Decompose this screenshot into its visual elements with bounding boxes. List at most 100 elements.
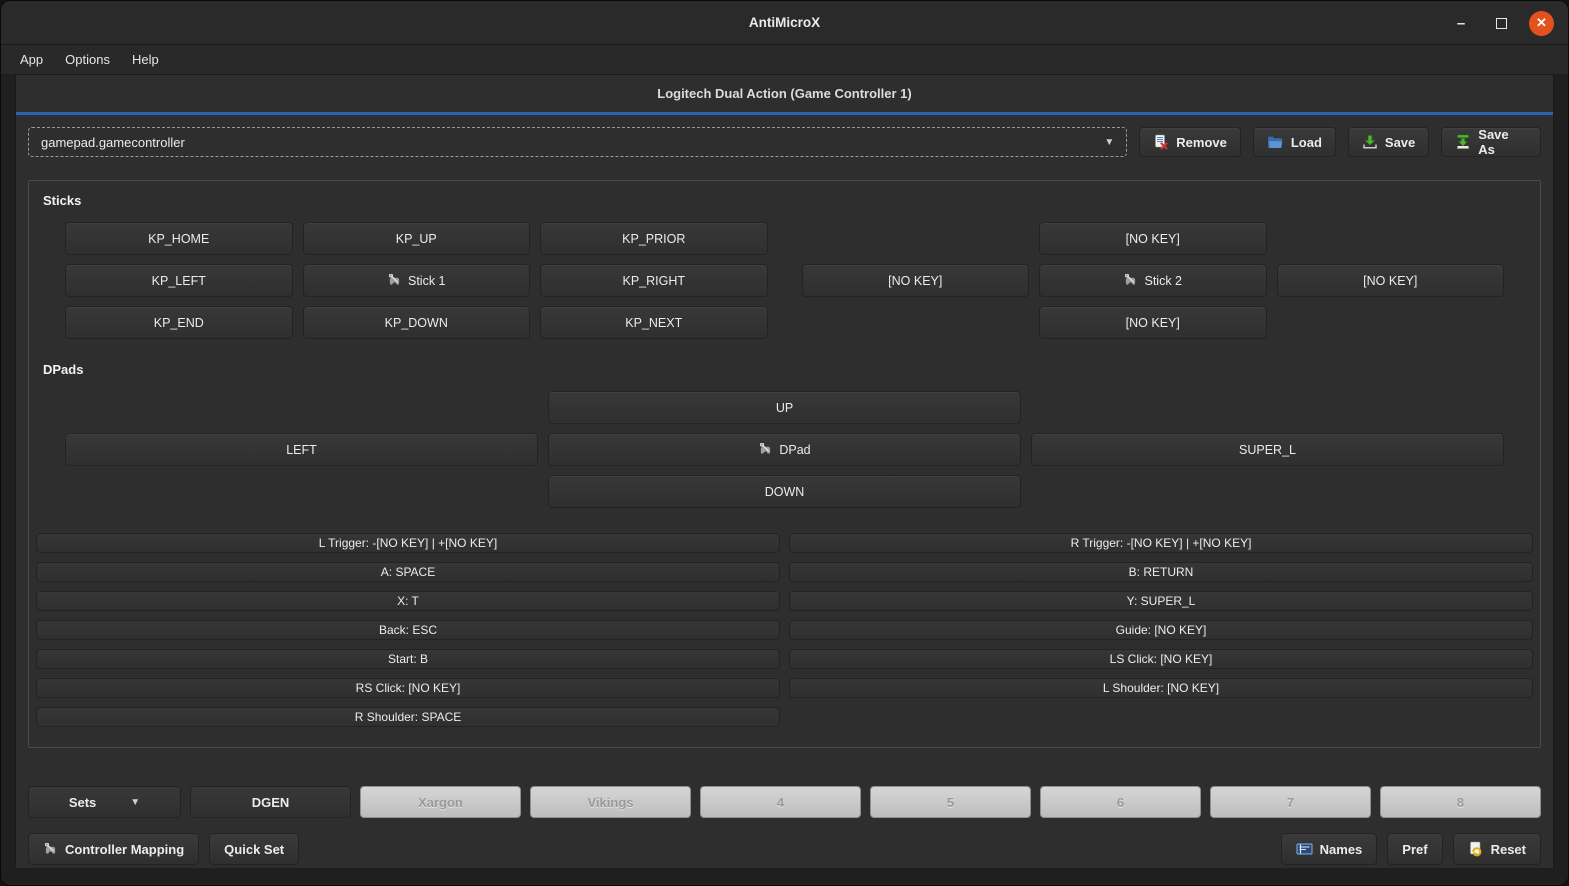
stick1-label: Stick 1 (408, 274, 446, 288)
guide-button[interactable]: Guide: [NO KEY] (789, 620, 1533, 640)
menu-options[interactable]: Options (56, 49, 119, 70)
dpad-up-button[interactable]: UP (548, 391, 1021, 424)
set-4-button[interactable]: 4 (700, 786, 861, 818)
dpad-label: DPad (779, 443, 810, 457)
main-content: Logitech Dual Action (Game Controller 1)… (15, 75, 1554, 868)
l-trigger-button[interactable]: L Trigger: -[NO KEY] | +[NO KEY] (36, 533, 780, 553)
remove-button[interactable]: Remove (1139, 127, 1241, 157)
save-button[interactable]: Save (1348, 127, 1429, 157)
stick1-down-button[interactable]: KP_DOWN (303, 306, 531, 339)
stick1-up-left-button[interactable]: KP_HOME (65, 222, 293, 255)
stick1-left-button[interactable]: KP_LEFT (65, 264, 293, 297)
set-8-button[interactable]: 8 (1380, 786, 1541, 818)
window-controls: – ✕ (1449, 1, 1554, 45)
set-7-button[interactable]: 7 (1210, 786, 1371, 818)
quick-set-label: Quick Set (224, 842, 284, 857)
reset-button[interactable]: Reset (1453, 833, 1541, 865)
stick1-center-button[interactable]: Stick 1 (303, 264, 531, 297)
stick1-up-right-button[interactable]: KP_PRIOR (540, 222, 768, 255)
minimize-button[interactable]: – (1449, 11, 1473, 35)
menu-help[interactable]: Help (123, 49, 168, 70)
profile-row: gamepad.gamecontroller ▼ Remove Load Sav… (28, 127, 1541, 157)
back-button[interactable]: Back: ESC (36, 620, 780, 640)
chevron-down-icon: ▼ (130, 797, 140, 808)
profile-selected-value: gamepad.gamecontroller (41, 135, 1104, 150)
chevron-down-icon: ▼ (1104, 137, 1114, 148)
load-button-label: Load (1291, 135, 1322, 150)
save-button-label: Save (1385, 135, 1415, 150)
l-shoulder-button[interactable]: L Shoulder: [NO KEY] (789, 678, 1533, 698)
start-button[interactable]: Start: B (36, 649, 780, 669)
dpad-right-button[interactable]: SUPER_L (1031, 433, 1504, 466)
dpad-grid: UP LEFT DPad SUPER_L DOWN (65, 391, 1504, 508)
r-trigger-button[interactable]: R Trigger: -[NO KEY] | +[NO KEY] (789, 533, 1533, 553)
ls-click-button[interactable]: LS Click: [NO KEY] (789, 649, 1533, 669)
set-6-button[interactable]: 6 (1040, 786, 1201, 818)
save-icon (1362, 134, 1378, 150)
close-button[interactable]: ✕ (1529, 11, 1554, 36)
dpad-left-button[interactable]: LEFT (65, 433, 538, 466)
controller-icon (387, 274, 402, 287)
set-1-button[interactable]: DGEN (190, 786, 351, 818)
rs-click-button[interactable]: RS Click: [NO KEY] (36, 678, 780, 698)
reset-icon (1468, 841, 1484, 857)
stick1-down-right-button[interactable]: KP_NEXT (540, 306, 768, 339)
r-shoulder-button[interactable]: R Shoulder: SPACE (36, 707, 780, 727)
set-5-button[interactable]: 5 (870, 786, 1031, 818)
sets-dropdown[interactable]: Sets ▼ (28, 786, 181, 818)
x-button[interactable]: X: T (36, 591, 780, 611)
titlebar: AntiMicroX – ✕ (1, 1, 1568, 45)
menubar: App Options Help (1, 45, 1568, 75)
stick1-down-left-button[interactable]: KP_END (65, 306, 293, 339)
names-label: Names (1320, 842, 1363, 857)
save-as-icon (1455, 134, 1471, 150)
bottom-bar: Controller Mapping Quick Set Names Pref … (28, 833, 1541, 865)
controller-icon (1123, 274, 1138, 287)
reset-label: Reset (1491, 842, 1526, 857)
stick2-right-button[interactable]: [NO KEY] (1277, 264, 1505, 297)
controller-icon (758, 443, 773, 456)
controller-icon (43, 843, 58, 856)
controller-buttons-list: L Trigger: -[NO KEY] | +[NO KEY] R Trigg… (36, 533, 1533, 727)
remove-icon (1153, 134, 1169, 150)
names-icon (1296, 842, 1313, 856)
names-button[interactable]: Names (1281, 833, 1378, 865)
stick2-up-button[interactable]: [NO KEY] (1039, 222, 1267, 255)
controller-tabbar: Logitech Dual Action (Game Controller 1) (16, 75, 1553, 115)
sets-dropdown-label: Sets (69, 795, 96, 810)
set-3-button[interactable]: Vikings (530, 786, 691, 818)
a-button[interactable]: A: SPACE (36, 562, 780, 582)
maximize-button[interactable] (1489, 11, 1513, 35)
profile-select[interactable]: gamepad.gamecontroller ▼ (28, 127, 1127, 157)
dpads-heading: DPads (35, 362, 1534, 377)
load-folder-icon (1267, 135, 1284, 150)
stick1-up-button[interactable]: KP_UP (303, 222, 531, 255)
maximize-icon (1496, 18, 1507, 29)
stick2-label: Stick 2 (1144, 274, 1182, 288)
window-title: AntiMicroX (749, 15, 820, 30)
remove-button-label: Remove (1176, 135, 1227, 150)
sticks-grid: KP_HOME KP_UP KP_PRIOR [NO KEY] KP_LEFT … (65, 222, 1504, 339)
pref-button[interactable]: Pref (1387, 833, 1442, 865)
stick2-center-button[interactable]: Stick 2 (1039, 264, 1267, 297)
stick1-right-button[interactable]: KP_RIGHT (540, 264, 768, 297)
window-frame-bottom (1, 868, 1568, 885)
pref-label: Pref (1402, 842, 1427, 857)
stick2-left-button[interactable]: [NO KEY] (802, 264, 1030, 297)
menu-app[interactable]: App (11, 49, 52, 70)
y-button[interactable]: Y: SUPER_L (789, 591, 1533, 611)
sets-row: Sets ▼ DGEN Xargon Vikings 4 5 6 7 8 (28, 786, 1541, 818)
set-2-button[interactable]: Xargon (360, 786, 521, 818)
dpad-center-button[interactable]: DPad (548, 433, 1021, 466)
save-as-button[interactable]: Save As (1441, 127, 1541, 157)
app-window: AntiMicroX – ✕ App Options Help Logitech… (0, 0, 1569, 886)
b-button[interactable]: B: RETURN (789, 562, 1533, 582)
quick-set-button[interactable]: Quick Set (209, 833, 299, 865)
controller-mapping-button[interactable]: Controller Mapping (28, 833, 199, 865)
dpad-down-button[interactable]: DOWN (548, 475, 1021, 508)
mapping-panel: Sticks KP_HOME KP_UP KP_PRIOR [NO KEY] K… (28, 180, 1541, 748)
tab-controller[interactable]: Logitech Dual Action (Game Controller 1) (657, 86, 911, 101)
stick2-down-button[interactable]: [NO KEY] (1039, 306, 1267, 339)
controller-mapping-label: Controller Mapping (65, 842, 184, 857)
load-button[interactable]: Load (1253, 127, 1336, 157)
